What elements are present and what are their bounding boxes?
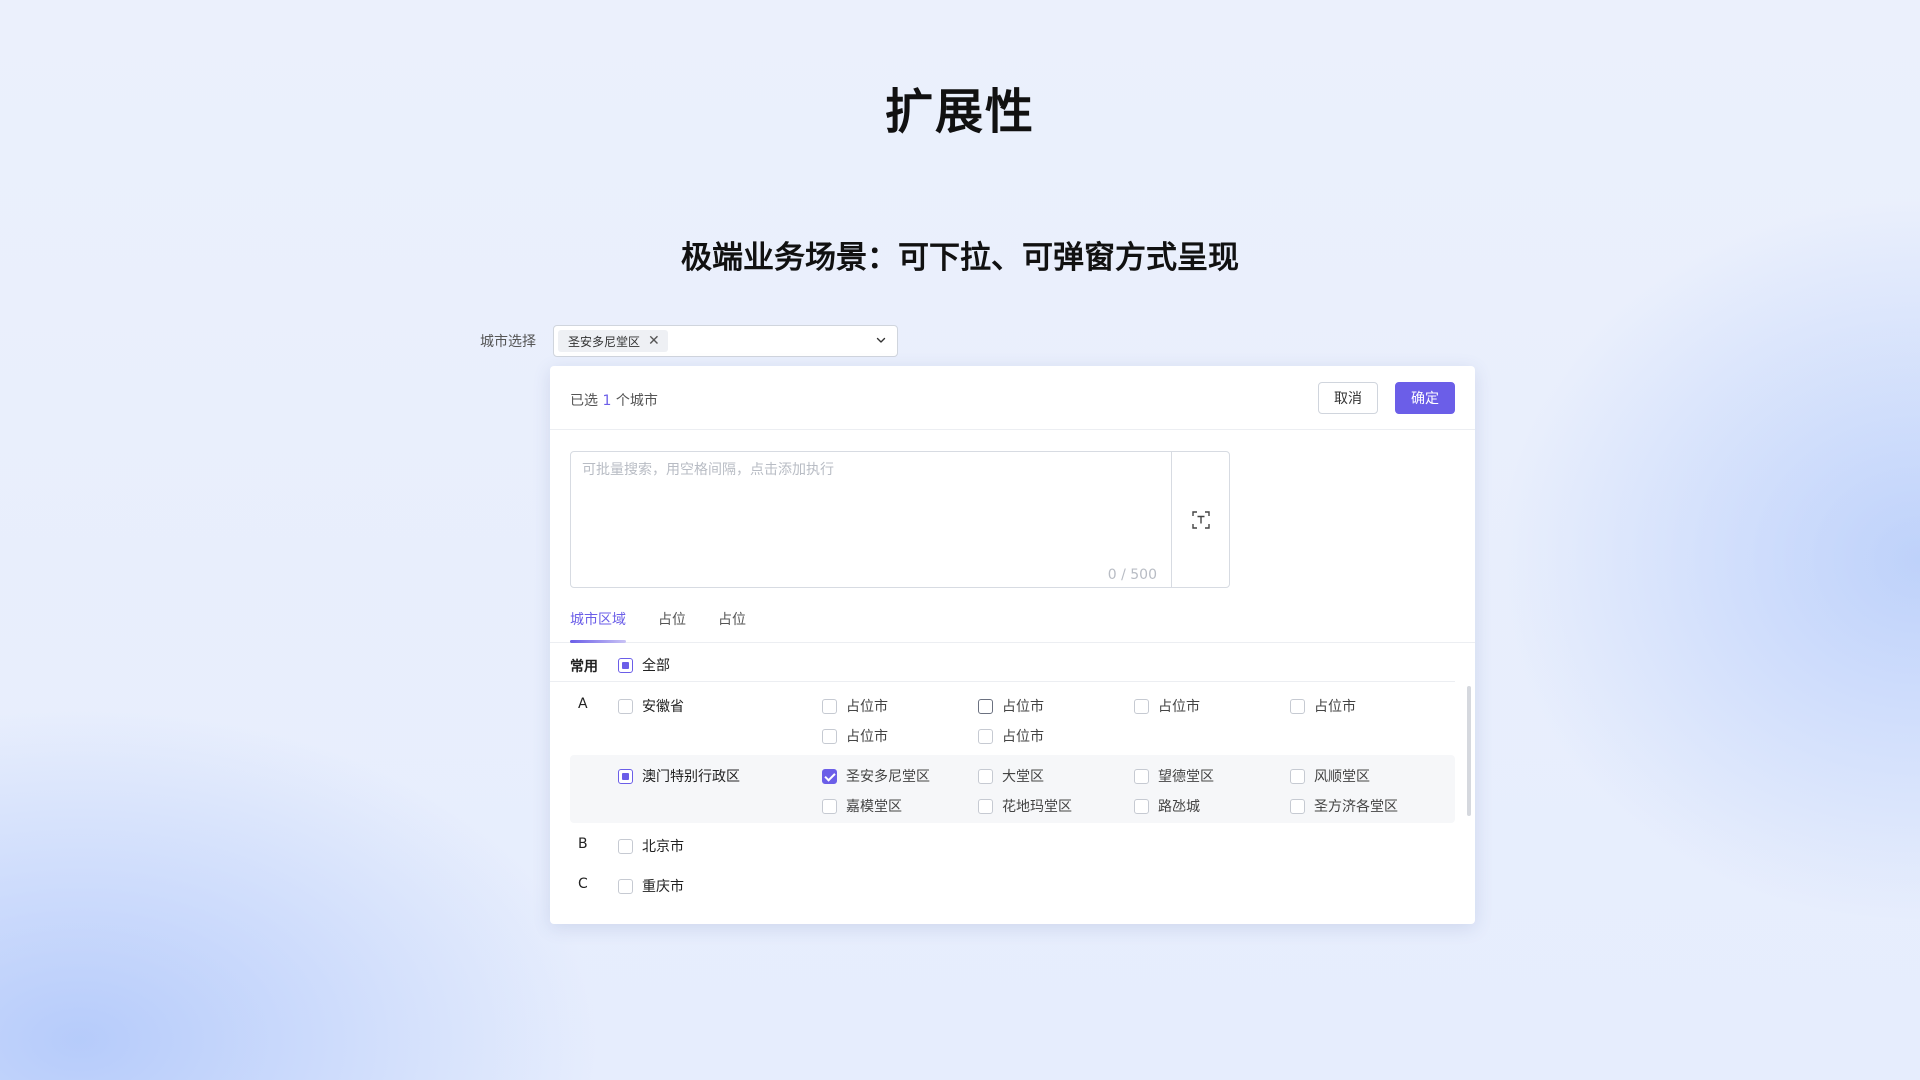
city-select-label: 城市选择: [480, 334, 536, 350]
city-item[interactable]: 占位市: [978, 726, 1044, 746]
batch-search-input[interactable]: [571, 452, 1171, 587]
checkbox-icon: [618, 878, 633, 894]
chevron-down-icon[interactable]: [875, 334, 887, 346]
cancel-button[interactable]: 取消: [1318, 382, 1378, 414]
text-recognition-button[interactable]: [1171, 452, 1229, 587]
text-scan-icon: [1191, 510, 1210, 529]
panel-header: 已选 1 个城市 取消 确定: [550, 366, 1475, 430]
city-select[interactable]: 圣安多尼堂区 ✕: [553, 325, 898, 357]
tab-placeholder-2[interactable]: 占位: [718, 609, 746, 629]
city-item[interactable]: 占位市: [822, 696, 888, 716]
page-title: 扩展性: [884, 84, 1035, 140]
tab-city-region[interactable]: 城市区域: [570, 609, 626, 629]
checkbox-icon: [978, 728, 993, 744]
province-macau[interactable]: 澳门特别行政区: [618, 766, 740, 786]
active-tab-indicator: [570, 640, 626, 643]
city-item[interactable]: 花地玛堂区: [978, 796, 1072, 816]
city-item[interactable]: 占位市: [1134, 696, 1200, 716]
checkbox-checked-icon: [822, 768, 837, 784]
checkbox-icon: [1290, 768, 1305, 784]
city-item[interactable]: 路氹城: [1134, 796, 1200, 816]
checkbox-icon: [1134, 768, 1149, 784]
city-picker-panel: 已选 1 个城市 取消 确定 0 / 500 城市区域 占位 占位 常用 全部: [550, 366, 1475, 924]
select-all-checkbox[interactable]: 全部: [618, 655, 670, 675]
checkbox-icon: [822, 728, 837, 744]
character-counter: 0 / 500: [1107, 567, 1157, 583]
checkbox-icon: [978, 798, 993, 814]
province-chongqing[interactable]: 重庆市: [618, 876, 684, 896]
confirm-button[interactable]: 确定: [1395, 382, 1455, 414]
province-beijing[interactable]: 北京市: [618, 836, 684, 856]
checkbox-icon: [1290, 698, 1305, 714]
checkbox-icon: [822, 698, 837, 714]
checkbox-icon: [978, 698, 993, 714]
checkbox-icon: [618, 698, 633, 714]
close-icon[interactable]: ✕: [648, 334, 660, 348]
city-item[interactable]: 占位市: [978, 696, 1044, 716]
selected-city-tag: 圣安多尼堂区 ✕: [558, 330, 668, 352]
checkbox-icon: [618, 657, 633, 673]
checkbox-icon: [1134, 698, 1149, 714]
list-scrollbar[interactable]: [1467, 686, 1471, 816]
city-item[interactable]: 嘉模堂区: [822, 796, 902, 816]
letter-index-b: B: [578, 836, 588, 852]
batch-search: 0 / 500: [570, 451, 1230, 588]
city-item[interactable]: 望德堂区: [1134, 766, 1214, 786]
common-row: 常用 全部: [550, 644, 1455, 682]
city-item[interactable]: 风顺堂区: [1290, 766, 1370, 786]
city-item[interactable]: 圣方济各堂区: [1290, 796, 1398, 816]
checkbox-icon: [1290, 798, 1305, 814]
city-item[interactable]: 大堂区: [978, 766, 1044, 786]
common-label: 常用: [570, 659, 598, 675]
page-subtitle: 极端业务场景：可下拉、可弹窗方式呈现: [681, 240, 1239, 276]
checkbox-icon: [1134, 798, 1149, 814]
province-anhui[interactable]: 安徽省: [618, 696, 684, 716]
letter-index-c: C: [578, 876, 588, 892]
checkbox-icon: [618, 768, 633, 784]
letter-index-a: A: [578, 696, 588, 712]
city-item[interactable]: 圣安多尼堂区: [822, 766, 930, 786]
checkbox-icon: [822, 798, 837, 814]
tab-placeholder-1[interactable]: 占位: [658, 609, 686, 629]
checkbox-icon: [978, 768, 993, 784]
tab-bar: 城市区域 占位 占位: [550, 601, 1475, 643]
selected-city-tag-label: 圣安多尼堂区: [568, 334, 641, 349]
selected-count: 已选 1 个城市: [570, 393, 658, 409]
checkbox-icon: [618, 838, 633, 854]
city-item[interactable]: 占位市: [1290, 696, 1356, 716]
city-item[interactable]: 占位市: [822, 726, 888, 746]
